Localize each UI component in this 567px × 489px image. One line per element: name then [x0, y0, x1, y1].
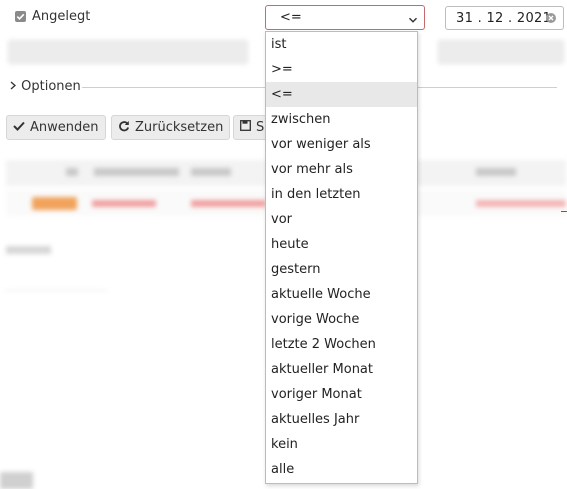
- options-label: Optionen: [21, 79, 81, 94]
- chevron-down-icon: [408, 13, 418, 28]
- option-ist[interactable]: ist: [266, 32, 417, 57]
- blurred-filter-row: [8, 40, 248, 64]
- options-toggle[interactable]: Optionen: [9, 79, 81, 94]
- option-zwischen[interactable]: zwischen: [266, 107, 417, 132]
- option-voriger-monat[interactable]: voriger Monat: [266, 382, 417, 407]
- reset-button[interactable]: Zurücksetzen: [111, 115, 231, 140]
- date-input[interactable]: 31 . 12 . 2021: [445, 6, 564, 30]
- row-link-fragment[interactable]: [561, 199, 567, 212]
- option-heute[interactable]: heute: [266, 232, 417, 257]
- floppy-icon: [240, 120, 251, 135]
- operator-select[interactable]: <=: [265, 5, 425, 30]
- option-in-den-letzten[interactable]: in den letzten: [266, 182, 417, 207]
- scrollbar-stub[interactable]: [0, 472, 33, 489]
- option-gestern[interactable]: gestern: [266, 257, 417, 282]
- option-aktueller-monat[interactable]: aktueller Monat: [266, 357, 417, 382]
- option-letzte-2-wochen[interactable]: letzte 2 Wochen: [266, 332, 417, 357]
- operator-dropdown-list: ist >= <= zwischen vor weniger als vor m…: [265, 31, 418, 484]
- chevron-right-icon: [9, 79, 21, 94]
- reset-label: Zurücksetzen: [135, 120, 224, 135]
- angelegt-checkbox[interactable]: [15, 11, 26, 22]
- check-icon: [13, 120, 25, 135]
- clear-circle-icon[interactable]: [546, 13, 556, 23]
- blurred-filter-row-right: [438, 40, 564, 64]
- operator-select-value: <=: [280, 10, 302, 25]
- option-alle[interactable]: alle: [266, 457, 417, 482]
- refresh-icon: [118, 120, 130, 136]
- option-kein[interactable]: kein: [266, 432, 417, 457]
- option-aktuelles-jahr[interactable]: aktuelles Jahr: [266, 407, 417, 432]
- option-greater-equal[interactable]: >=: [266, 57, 417, 82]
- option-less-equal[interactable]: <=: [266, 82, 417, 107]
- date-value: 31 . 12 . 2021: [456, 11, 552, 26]
- option-vor[interactable]: vor: [266, 207, 417, 232]
- apply-button[interactable]: Anwenden: [6, 115, 106, 140]
- option-vor-mehr-als[interactable]: vor mehr als: [266, 157, 417, 182]
- save-label: S: [256, 120, 265, 135]
- option-aktuelle-woche[interactable]: aktuelle Woche: [266, 282, 417, 307]
- option-vor-weniger-als[interactable]: vor weniger als: [266, 132, 417, 157]
- checkbox-checked-icon: [16, 13, 25, 20]
- option-vorige-woche[interactable]: vorige Woche: [266, 307, 417, 332]
- angelegt-label: Angelegt: [32, 9, 91, 24]
- apply-label: Anwenden: [30, 120, 99, 135]
